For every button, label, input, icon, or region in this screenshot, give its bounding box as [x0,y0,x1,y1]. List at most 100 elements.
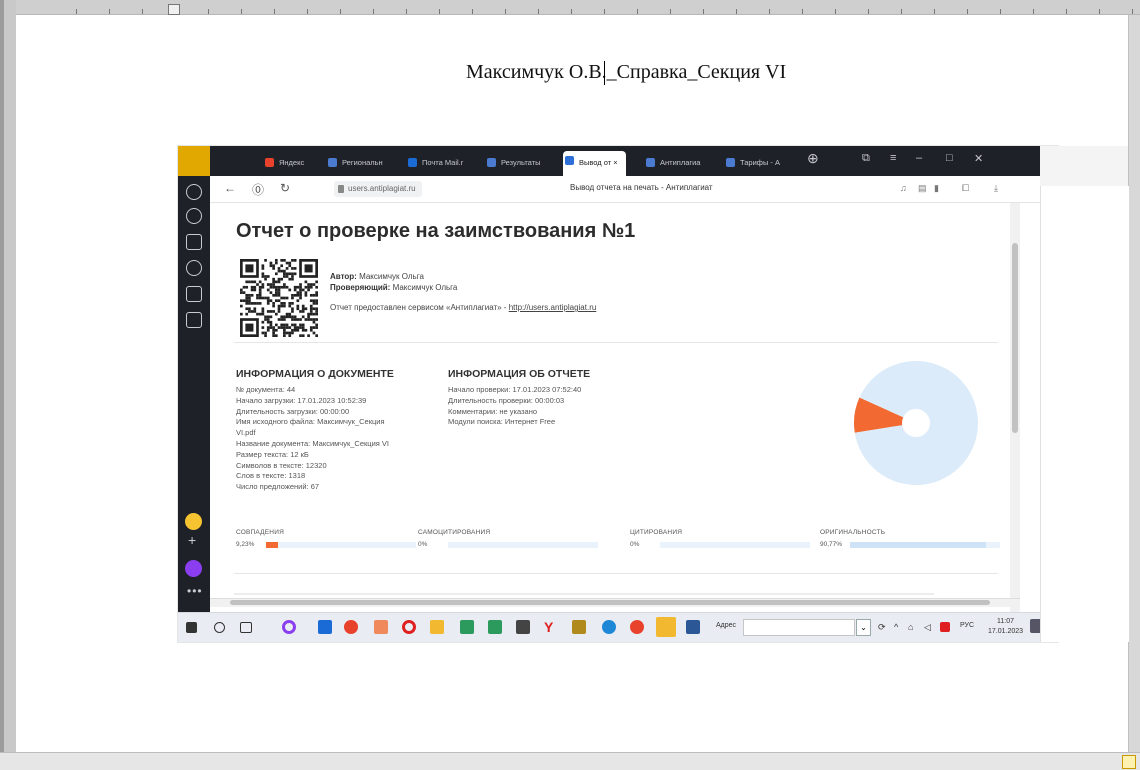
provided-text: Отчет предоставлен сервисом «Антиплагиат… [330,303,507,312]
app-green-icon[interactable] [488,620,502,634]
antiplagiat-link[interactable]: http://users.antiplagiat.ru [509,303,597,312]
more-icon[interactable]: ••• [187,584,203,598]
collections-icon[interactable] [186,234,202,250]
minimize-icon[interactable]: – [916,152,922,164]
chevron-down-icon[interactable]: ⌄ [856,619,871,636]
doc-info-heading: ИНФОРМАЦИЯ О ДОКУМЕНТЕ [236,368,394,380]
report-info-list: Начало проверки: 17.01.2023 07:52:40 Дли… [448,385,581,428]
task-view-icon[interactable] [240,622,252,633]
new-tab-icon[interactable]: ⊕ [807,150,819,167]
address-bar: ← ⓪ ↻ users.antiplagiat.ru Вывод отчета … [210,176,1058,203]
reader-icon[interactable]: ▤ [918,183,927,194]
language-indicator[interactable]: РУС [960,622,974,629]
bookmark-icon[interactable]: ▮ [934,183,939,194]
download-icon[interactable]: ⤓ [994,183,998,194]
volume-icon[interactable]: ◁ [924,620,938,634]
start-icon[interactable] [186,622,197,633]
back-icon[interactable]: ← [224,181,236,195]
scrollbar-thumb[interactable] [230,600,990,605]
extensions-icon[interactable]: ⧠ [962,183,969,194]
search-icon[interactable] [214,622,225,633]
ruler-tick [340,9,341,14]
yandex-browser-icon[interactable] [630,620,644,634]
tab-results[interactable]: Результаты [485,153,541,173]
menu-icon[interactable]: ≡ [890,152,896,164]
ruler-tick [802,9,803,14]
help-icon[interactable] [186,286,202,302]
yandex-icon[interactable]: Y [544,620,558,634]
antivirus-icon[interactable] [940,622,950,632]
tab-label: Антиплагиа [660,158,701,167]
layout-icon[interactable] [1122,755,1136,769]
firefox-icon[interactable] [344,620,358,634]
alice-taskbar-icon[interactable] [282,620,296,634]
tab-print-report[interactable]: Вывод от × [563,151,626,176]
tab-tariffs[interactable]: Тарифы - А [724,153,780,173]
browser-tabbar: Яндекс Региональн Почта Mail.r Результат… [210,146,1058,176]
tab-favicon [328,158,337,167]
paint-icon[interactable] [374,620,388,634]
tab-label: Результаты [501,158,541,167]
url-text: users.antiplagiat.ru [348,184,416,193]
horizontal-ruler[interactable] [16,0,1140,15]
yandex-app-icon[interactable] [185,513,202,530]
ruler-tick [703,9,704,14]
ruler-tick [307,9,308,14]
explorer-icon[interactable] [430,620,444,634]
ruler-tick [1132,9,1133,14]
tab-label: Вывод от [579,158,612,167]
tray-arrow-icon[interactable]: ^ [894,620,908,634]
picture-icon[interactable] [186,312,202,328]
opera-icon[interactable] [402,620,416,634]
tab-favicon [408,158,417,167]
add-app-icon[interactable]: + [188,532,196,548]
doc-info-line: Слов в тексте: 1318 [236,471,306,481]
scrollbar-thumb[interactable] [1012,243,1018,433]
ruler-tick [571,9,572,14]
mail-icon[interactable] [318,620,332,634]
tab-regional[interactable]: Региональн [326,153,383,173]
alice-icon[interactable] [185,560,202,577]
network-icon[interactable]: ⌂ [908,620,922,634]
maximize-icon[interactable]: □ [946,152,953,164]
reload-icon[interactable]: ↻ [280,181,290,195]
ruler-indent-marker[interactable] [168,4,180,15]
shield-icon[interactable] [572,620,586,634]
clock[interactable]: 11:07 17.01.2023 [988,617,1023,637]
report-page: Отчет о проверке на заимствования №1 Авт… [210,203,1010,612]
report-info-line: Длительность проверки: 00:00:03 [448,395,565,405]
stat-label: САМОЦИТИРОВАНИЯ [418,529,491,536]
tab-mail[interactable]: Почта Mail.r [406,153,463,173]
protect-icon[interactable]: ⓪ [252,181,264,198]
vertical-scrollbar[interactable] [1010,203,1020,612]
photos-icon[interactable] [460,620,474,634]
files-icon[interactable] [656,617,676,637]
horizontal-scrollbar[interactable] [210,598,1020,607]
sync-icon[interactable]: ⧉ [862,152,870,165]
play-icon[interactable] [186,260,202,276]
url-field[interactable]: users.antiplagiat.ru [334,181,422,197]
report-info-line: Комментарии: не указано [448,406,538,416]
tab-close-icon[interactable]: × [613,158,617,167]
background-window [1040,146,1129,642]
word-icon[interactable] [686,620,700,634]
app-dark-icon[interactable] [516,620,530,634]
tab-antiplagiat[interactable]: Антиплагиа [644,153,700,173]
headphones-icon[interactable]: ♫ [900,183,907,193]
close-icon[interactable]: ✕ [974,152,983,165]
stat-value: 0% [630,541,640,548]
stat-value: 0% [418,541,428,548]
tab-favicon [726,158,735,167]
go-icon[interactable]: ⟳ [878,620,892,634]
tab-yandex[interactable]: Яндекс [263,153,304,173]
edge-icon[interactable] [602,620,616,634]
divider [234,573,998,574]
ruler-tick [472,9,473,14]
stat-value: 90,77% [820,541,843,548]
stat-bar-fill [266,542,278,548]
address-toolbar-input[interactable] [743,619,855,636]
cut-off-text [234,593,934,595]
clock-icon[interactable] [186,208,202,224]
stat-self-citations: САМОЦИТИРОВАНИЯ 0% [418,529,598,549]
bell-icon[interactable] [186,184,202,200]
